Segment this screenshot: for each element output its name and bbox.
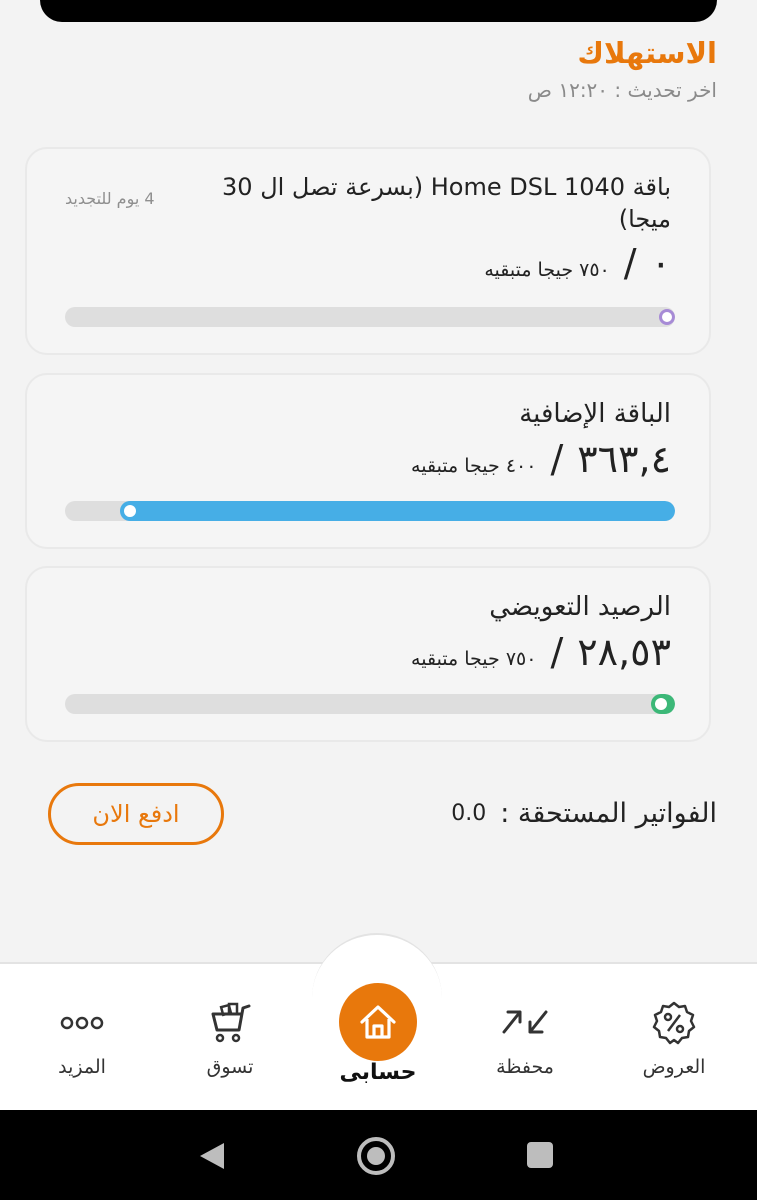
nav-more[interactable]: المزيد [22,1000,142,1078]
bills-due: الفواتير المستحقة : 0.0 [451,798,717,829]
more-dots-icon [60,1016,104,1030]
slash-separator: / [623,241,637,285]
shopping-cart-icon [211,1002,251,1043]
nav-more-label: المزيد [58,1056,106,1078]
nav-shop-label: تسوق [206,1056,254,1078]
nav-wallet-label: محفظة [496,1056,554,1078]
usage-progress-knob [123,505,136,517]
used-amount: ٠ [650,241,671,285]
header: الاستهلاك اخر تحديث : ١٢:٢٠ ص [528,36,717,102]
total-amount: ٤٠٠ جيجا متبقيه [411,455,537,477]
page-title: الاستهلاك [577,36,717,70]
usage-progress-knob [659,309,675,325]
discount-badge-icon [652,1001,696,1045]
usage-progress-bar [65,501,675,521]
transfer-arrows-icon [502,1010,548,1034]
usage-progress-bar [65,307,675,327]
back-icon[interactable] [198,1141,226,1171]
home-icon [360,1005,396,1039]
plan-card-compensation[interactable]: الرصيد التعويضي ٢٨,٥٣ / ٧٥٠ جيجا متبقيه [25,566,711,742]
used-amount: ٣٦٣,٤ [577,437,671,481]
nav-wallet[interactable]: محفظة [465,1000,585,1078]
usage-screen: الاستهلاك اخر تحديث : ١٢:٢٠ ص باقة Home … [0,0,757,1200]
bills-label: الفواتير المستحقة : [500,798,717,829]
top-bar [40,0,717,22]
used-amount: ٢٨,٥٣ [577,630,671,674]
usage-row: ٢٨,٥٣ / ٧٥٠ جيجا متبقيه [411,630,671,674]
usage-row: ٣٦٣,٤ / ٤٠٠ جيجا متبقيه [411,437,671,481]
plan-name: الرصيد التعويضي [489,592,671,622]
recents-icon[interactable] [526,1141,554,1169]
nav-account-button[interactable] [339,983,417,1061]
home-circle-icon[interactable] [355,1135,397,1177]
system-nav-bar [0,1110,757,1200]
slash-separator: / [550,630,564,674]
nav-offers[interactable]: العروض [614,1000,734,1078]
renewal-days: 4 يوم للتجديد [65,189,155,208]
usage-progress-knob [654,698,667,710]
usage-progress-fill [119,501,675,521]
usage-row: ٠ / ٧٥٠ جيجا متبقيه [484,241,671,285]
pay-now-button[interactable]: ادفع الان [48,783,224,845]
nav-offers-label: العروض [642,1056,706,1078]
total-amount: ٧٥٠ جيجا متبقيه [411,648,537,670]
nav-shop[interactable]: تسوق [170,1000,290,1078]
last-updated: اخر تحديث : ١٢:٢٠ ص [527,78,717,102]
plan-card-extra[interactable]: الباقة الإضافية ٣٦٣,٤ / ٤٠٠ جيجا متبقيه [25,373,711,549]
slash-separator: / [550,437,564,481]
usage-progress-bar [65,694,675,714]
bills-amount: 0.0 [451,801,487,826]
plan-name: الباقة الإضافية [519,399,671,429]
nav-account-label: حسابى [339,1060,417,1085]
plan-card-main[interactable]: باقة Home DSL 1040 (بسرعة تصل ال 30 ميجا… [25,147,711,355]
total-amount: ٧٥٠ جيجا متبقيه [484,259,610,281]
plan-name: باقة Home DSL 1040 (بسرعة تصل ال 30 ميجا… [222,173,671,234]
